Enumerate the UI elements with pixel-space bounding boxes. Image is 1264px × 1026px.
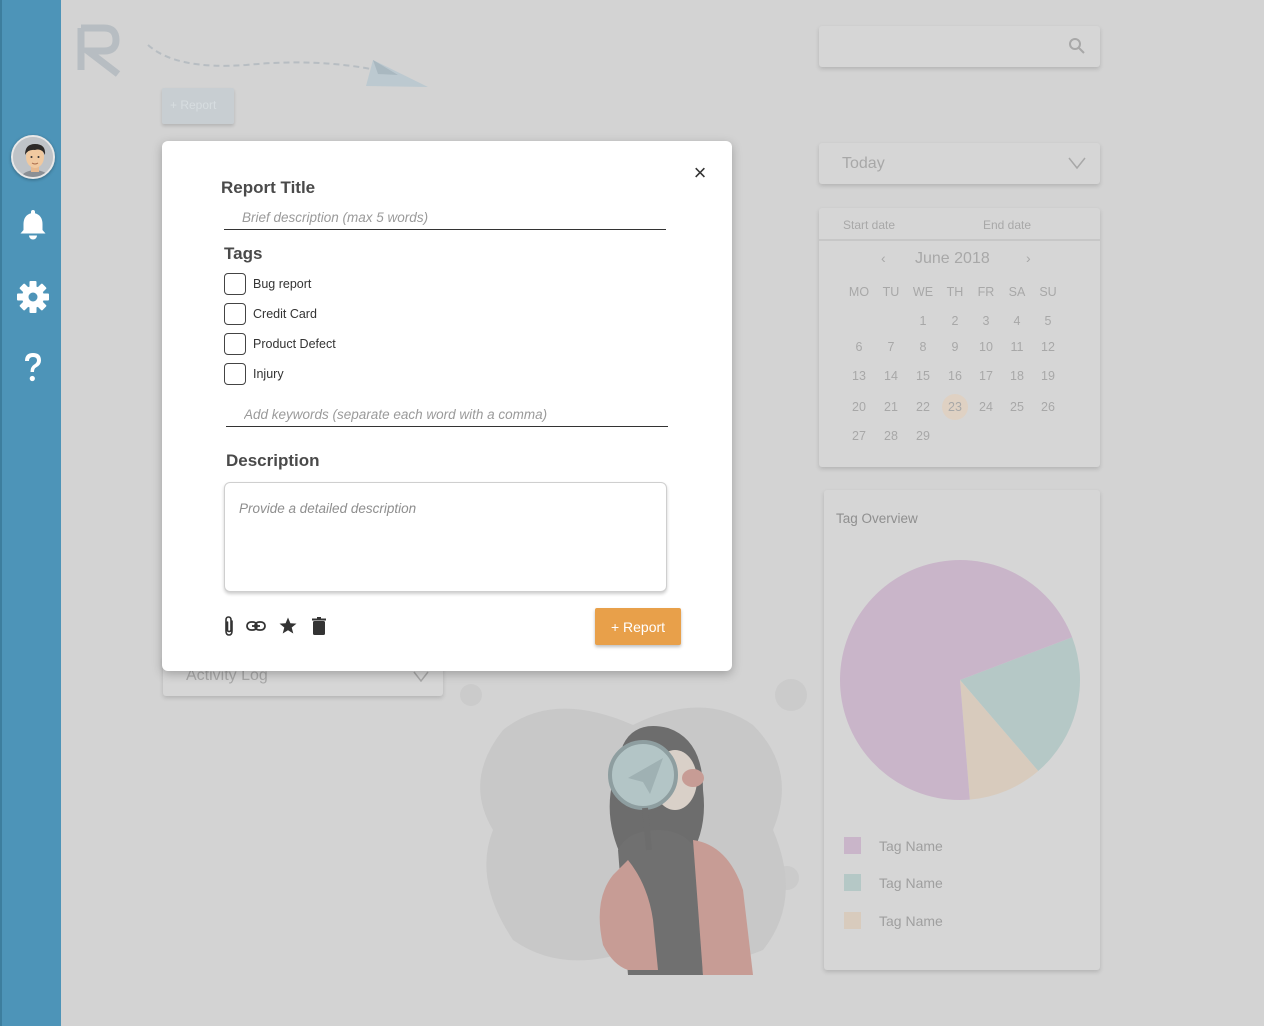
tag-checkbox[interactable] xyxy=(224,333,246,355)
date-range-calendar: Start date End date ‹ June 2018 › MO TU WE… xyxy=(819,208,1100,467)
tag-overview-card: Tag Overview Tag Name Tag Name Tag Name xyxy=(824,490,1100,970)
calendar-day: 17 xyxy=(979,369,993,383)
calendar-day: 7 xyxy=(887,340,895,354)
legend-swatch xyxy=(844,912,861,929)
calendar-day: 15 xyxy=(916,369,930,383)
calendar-day: 5 xyxy=(1044,314,1052,328)
calendar-day: 12 xyxy=(1041,340,1055,354)
calendar-month: June 2018 xyxy=(915,250,990,267)
calendar-day: 24 xyxy=(979,400,993,414)
tag-checkbox[interactable] xyxy=(224,303,246,325)
calendar-day: 18 xyxy=(1010,369,1024,383)
legend-swatch xyxy=(844,837,861,854)
calendar-day: 29 xyxy=(916,429,930,443)
legend-label: Tag Name xyxy=(879,913,943,929)
period-dropdown-value: Today xyxy=(842,155,885,172)
weekday-label: WE xyxy=(912,285,934,299)
avatar[interactable] xyxy=(11,135,55,179)
calendar-day: 21 xyxy=(884,400,898,414)
calendar-day: 26 xyxy=(1041,400,1055,414)
calendar-day: 1 xyxy=(919,314,927,328)
new-report-modal: × Report Title Tags Bug report Credit Ca… xyxy=(162,141,732,671)
weekday-label: MO xyxy=(848,285,870,299)
calendar-day: 3 xyxy=(982,314,990,328)
tag-label: Bug report xyxy=(253,277,312,291)
calendar-day: 10 xyxy=(979,340,993,354)
calendar-day: 19 xyxy=(1041,369,1055,383)
calendar-day: 23 xyxy=(948,400,962,414)
next-month-icon: › xyxy=(1026,250,1031,266)
background-report-button: + Report xyxy=(162,88,234,124)
gear-icon[interactable] xyxy=(16,280,50,314)
weekday-label: SA xyxy=(1008,285,1026,299)
submit-report-button[interactable]: + Report xyxy=(595,608,681,645)
star-icon[interactable] xyxy=(278,615,298,637)
trash-icon[interactable] xyxy=(309,615,329,637)
description-heading: Description xyxy=(226,451,320,470)
calendar-day: 22 xyxy=(916,400,930,414)
start-date-label: Start date xyxy=(843,218,896,232)
calendar-day: 6 xyxy=(855,340,863,354)
date-range-header: Start date End date xyxy=(819,208,1100,241)
calendar-day: 4 xyxy=(1013,314,1021,328)
calendar-day: 8 xyxy=(919,340,927,354)
weekday-label: TU xyxy=(882,285,900,299)
keywords-input[interactable] xyxy=(226,402,668,427)
description-textarea[interactable] xyxy=(224,482,667,592)
report-title-heading: Report Title xyxy=(221,178,316,197)
tag-label: Product Defect xyxy=(253,337,336,351)
period-dropdown: Today xyxy=(819,143,1100,184)
help-icon[interactable] xyxy=(16,350,50,384)
weekday-label: FR xyxy=(977,285,995,299)
weekday-label: TH xyxy=(946,285,964,299)
tag-label: Injury xyxy=(253,367,284,381)
sidebar xyxy=(0,0,61,1026)
woman-with-magnifier-illustration xyxy=(460,679,807,975)
tag-pie-chart xyxy=(840,560,1080,800)
bell-icon[interactable] xyxy=(16,207,50,241)
close-icon[interactable]: × xyxy=(690,162,710,184)
calendar-day: 20 xyxy=(852,400,866,414)
report-title-input[interactable] xyxy=(224,205,666,230)
chevron-down-icon xyxy=(413,671,429,682)
background-report-button-label: + Report xyxy=(170,98,217,112)
calendar-day: 11 xyxy=(1010,340,1024,354)
calendar-day: 28 xyxy=(884,429,898,443)
tag-checkbox[interactable] xyxy=(224,363,246,385)
link-icon[interactable] xyxy=(246,615,266,637)
calendar-day: 13 xyxy=(852,369,866,383)
calendar-day: 25 xyxy=(1010,400,1024,414)
search-icon xyxy=(1069,38,1085,54)
legend-swatch xyxy=(844,874,861,891)
weekday-label: SU xyxy=(1039,285,1057,299)
paperclip-icon[interactable] xyxy=(219,615,239,637)
prev-month-icon: ‹ xyxy=(881,250,886,266)
calendar-day: 27 xyxy=(852,429,866,443)
search-bar xyxy=(819,26,1100,67)
tag-overview-title: Tag Overview xyxy=(836,511,918,526)
chevron-down-icon xyxy=(1068,157,1086,170)
tag-checkbox[interactable] xyxy=(224,273,246,295)
calendar-day: 14 xyxy=(884,369,898,383)
calendar-day: 16 xyxy=(948,369,962,383)
calendar-day: 9 xyxy=(951,340,959,354)
end-date-label: End date xyxy=(983,218,1032,232)
legend-label: Tag Name xyxy=(879,838,943,854)
legend-label: Tag Name xyxy=(879,875,943,891)
tag-label: Credit Card xyxy=(253,307,317,321)
logo xyxy=(77,24,428,87)
calendar-day: 2 xyxy=(951,314,959,328)
tags-heading: Tags xyxy=(224,244,263,263)
